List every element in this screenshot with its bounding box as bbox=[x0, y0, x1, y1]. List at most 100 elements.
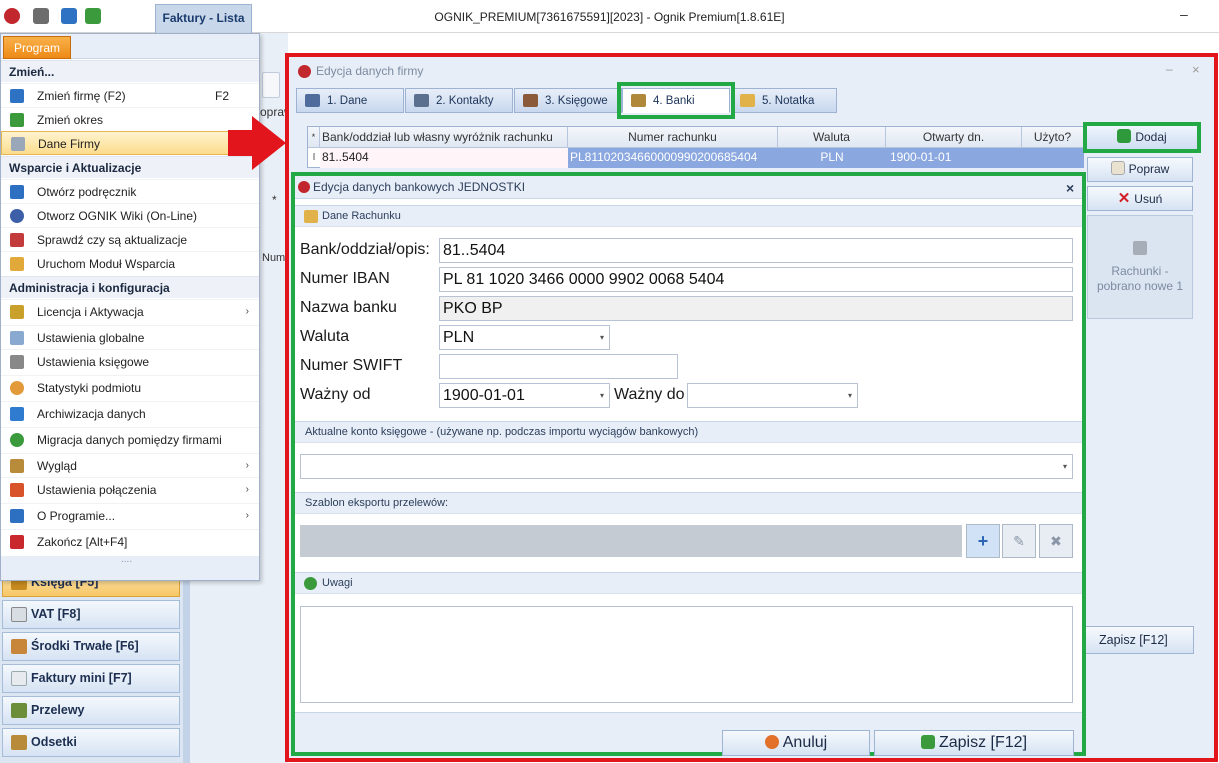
valid-from-picker[interactable]: 1900-01-01 ▾ bbox=[439, 383, 610, 408]
column-header-used[interactable]: Użyto? bbox=[1022, 127, 1084, 148]
menu-item-aktualizacje[interactable]: Sprawdź czy są aktualizacje bbox=[1, 227, 259, 251]
account-card-icon bbox=[304, 210, 318, 223]
save-button[interactable]: Zapisz [F12] bbox=[874, 730, 1074, 756]
minimize-button[interactable]: – bbox=[1180, 6, 1188, 22]
ledger-account-select[interactable]: ▾ bbox=[300, 454, 1073, 479]
template-delete-button[interactable]: ✖ bbox=[1039, 524, 1073, 558]
num-fragment: Num bbox=[262, 252, 286, 264]
globe-icon bbox=[10, 209, 24, 223]
column-header-opened[interactable]: Otwarty dn. bbox=[886, 127, 1022, 148]
tab-dane[interactable]: 1. Dane bbox=[296, 88, 404, 113]
cell-opened[interactable]: 1900-01-01 bbox=[886, 148, 1022, 168]
add-button[interactable]: Dodaj bbox=[1083, 122, 1201, 153]
edit-button[interactable]: Popraw bbox=[1087, 157, 1193, 182]
bank-label: Bank/oddział/opis: bbox=[300, 241, 430, 258]
program-menu: Program Zmień... Zmień firmę (F2) F2 Zmie… bbox=[0, 33, 260, 581]
cancel-button[interactable]: Anuluj bbox=[722, 730, 870, 756]
download-accounts-button[interactable]: Rachunki - pobrano nowe 1 bbox=[1087, 215, 1193, 319]
valid-to-picker[interactable]: ▾ bbox=[687, 383, 858, 408]
tab-ksiegowe[interactable]: 3. Księgowe bbox=[514, 88, 622, 113]
nav-srodki-trwale[interactable]: Środki Trwałe [F6] bbox=[2, 632, 180, 661]
menu-item-archiwizacja[interactable]: Archiwizacja danych bbox=[1, 401, 259, 425]
menu-item-podrecznik[interactable]: Otwórz podręcznik bbox=[1, 179, 259, 203]
menu-section-zmien: Zmień... bbox=[1, 60, 259, 82]
notes-textarea[interactable] bbox=[300, 606, 1073, 703]
menu-item-ustawienia-globalne[interactable]: Ustawienia globalne bbox=[1, 325, 259, 349]
info-icon bbox=[304, 577, 317, 590]
section-dane-rachunku: Dane Rachunku bbox=[295, 205, 1082, 227]
support-icon bbox=[10, 257, 24, 271]
currency-select[interactable]: PLN ▾ bbox=[439, 325, 610, 350]
key-icon bbox=[10, 305, 24, 319]
template-add-button[interactable]: + bbox=[966, 524, 1000, 558]
menu-item-migracja[interactable]: Migracja danych pomiędzy firmami bbox=[1, 427, 259, 451]
company-dialog-minimize[interactable]: – bbox=[1166, 62, 1173, 76]
menu-item-zmien-firme[interactable]: Zmień firmę (F2) F2 bbox=[1, 83, 259, 107]
chevron-down-icon: ▾ bbox=[847, 391, 852, 400]
archive-icon bbox=[10, 407, 24, 421]
bank-input[interactable]: 81..5404 bbox=[439, 238, 1073, 263]
pencil-icon bbox=[1110, 161, 1125, 175]
column-header-bank[interactable]: Bank/oddział lub własny wyróżnik rachunk… bbox=[320, 127, 568, 148]
menu-item-licencja[interactable]: Licencja i Aktywacja › bbox=[1, 299, 259, 323]
company-dialog-title: Edycja danych firmy bbox=[296, 62, 1213, 82]
ledger-icon bbox=[523, 94, 538, 107]
company-save-button[interactable]: Zapisz [F12] bbox=[1080, 626, 1194, 654]
menu-item-wyglad[interactable]: Wygląd › bbox=[1, 453, 259, 477]
nav-vat[interactable]: VAT [F8] bbox=[2, 600, 180, 629]
update-icon bbox=[10, 233, 24, 247]
plus-icon bbox=[1117, 129, 1132, 143]
download-icon bbox=[1133, 241, 1147, 255]
iban-label: Numer IBAN bbox=[300, 270, 390, 287]
menu-item-modul-wsparcia[interactable]: Uruchom Moduł Wsparcia bbox=[1, 251, 259, 275]
cell-currency[interactable]: PLN bbox=[778, 148, 886, 168]
column-header-currency[interactable]: Waluta bbox=[778, 127, 886, 148]
menu-item-zmien-okres[interactable]: Zmień okres bbox=[1, 107, 259, 131]
swift-input[interactable] bbox=[439, 354, 678, 379]
menu-item-dane-firmy[interactable]: Dane Firmy bbox=[1, 131, 259, 155]
asterisk-fragment: * bbox=[272, 193, 277, 207]
tab-notatka[interactable]: 5. Notatka bbox=[731, 88, 837, 113]
cell-used[interactable] bbox=[1022, 148, 1084, 168]
chevron-down-icon: ▾ bbox=[599, 333, 604, 342]
delete-button[interactable]: ✕ Usuń bbox=[1087, 186, 1193, 211]
pencil-icon[interactable] bbox=[262, 72, 280, 98]
menu-item-wiki[interactable]: Otworz OGNIK Wiki (On-Line) bbox=[1, 203, 259, 227]
menu-section-wsparcie: Wsparcie i Aktualizacje bbox=[1, 156, 259, 178]
menu-item-polaczenia[interactable]: Ustawienia połączenia › bbox=[1, 477, 259, 501]
program-button[interactable]: Program bbox=[3, 36, 71, 59]
template-select[interactable] bbox=[300, 525, 962, 557]
section-szablon: Szablon eksportu przelewów: bbox=[295, 492, 1082, 514]
help-icon bbox=[10, 185, 24, 199]
template-edit-button[interactable]: ✎ bbox=[1002, 524, 1036, 558]
vat-icon bbox=[11, 607, 27, 622]
nav-faktury-mini[interactable]: Faktury mini [F7] bbox=[2, 664, 180, 693]
bank-name-input[interactable]: PKO BP bbox=[439, 296, 1073, 321]
tab-kontakty[interactable]: 2. Kontakty bbox=[405, 88, 513, 113]
valid-from-label: Ważny od bbox=[300, 386, 371, 403]
chart-icon bbox=[10, 381, 24, 395]
interest-icon bbox=[11, 735, 27, 750]
red-arrow-annotation bbox=[228, 116, 286, 170]
currency-label: Waluta bbox=[300, 328, 350, 345]
company-card-icon bbox=[11, 137, 25, 151]
chevron-down-icon: ▾ bbox=[599, 391, 604, 400]
menu-item-ustawienia-ksiegowe[interactable]: Ustawienia księgowe bbox=[1, 349, 259, 373]
company-dialog-close[interactable]: × bbox=[1192, 62, 1200, 77]
menu-item-o-programie[interactable]: O Programie... › bbox=[1, 503, 259, 527]
column-header-number[interactable]: Numer rachunku bbox=[568, 127, 778, 148]
cell-number[interactable]: PL81102034660000990200685404 bbox=[568, 148, 778, 168]
delete-x-icon: ✕ bbox=[1117, 190, 1131, 207]
settings-icon bbox=[10, 331, 24, 345]
iban-input[interactable]: PL 81 1020 3466 0000 9902 0068 5404 bbox=[439, 267, 1073, 292]
tools-icon bbox=[10, 355, 24, 369]
bank-dialog-close[interactable]: × bbox=[1066, 180, 1074, 196]
menu-item-statystyki[interactable]: Statystyki podmiotu bbox=[1, 375, 259, 399]
nav-odsetki[interactable]: Odsetki bbox=[2, 728, 180, 757]
migration-icon bbox=[10, 433, 24, 447]
info-icon bbox=[10, 509, 24, 523]
nav-przelewy[interactable]: Przelewy bbox=[2, 696, 180, 725]
menu-item-zakoncz[interactable]: Zakończ [Alt+F4] bbox=[1, 529, 259, 553]
cell-bank[interactable]: 81..5404 bbox=[320, 148, 568, 168]
row-marker: I bbox=[312, 152, 316, 163]
